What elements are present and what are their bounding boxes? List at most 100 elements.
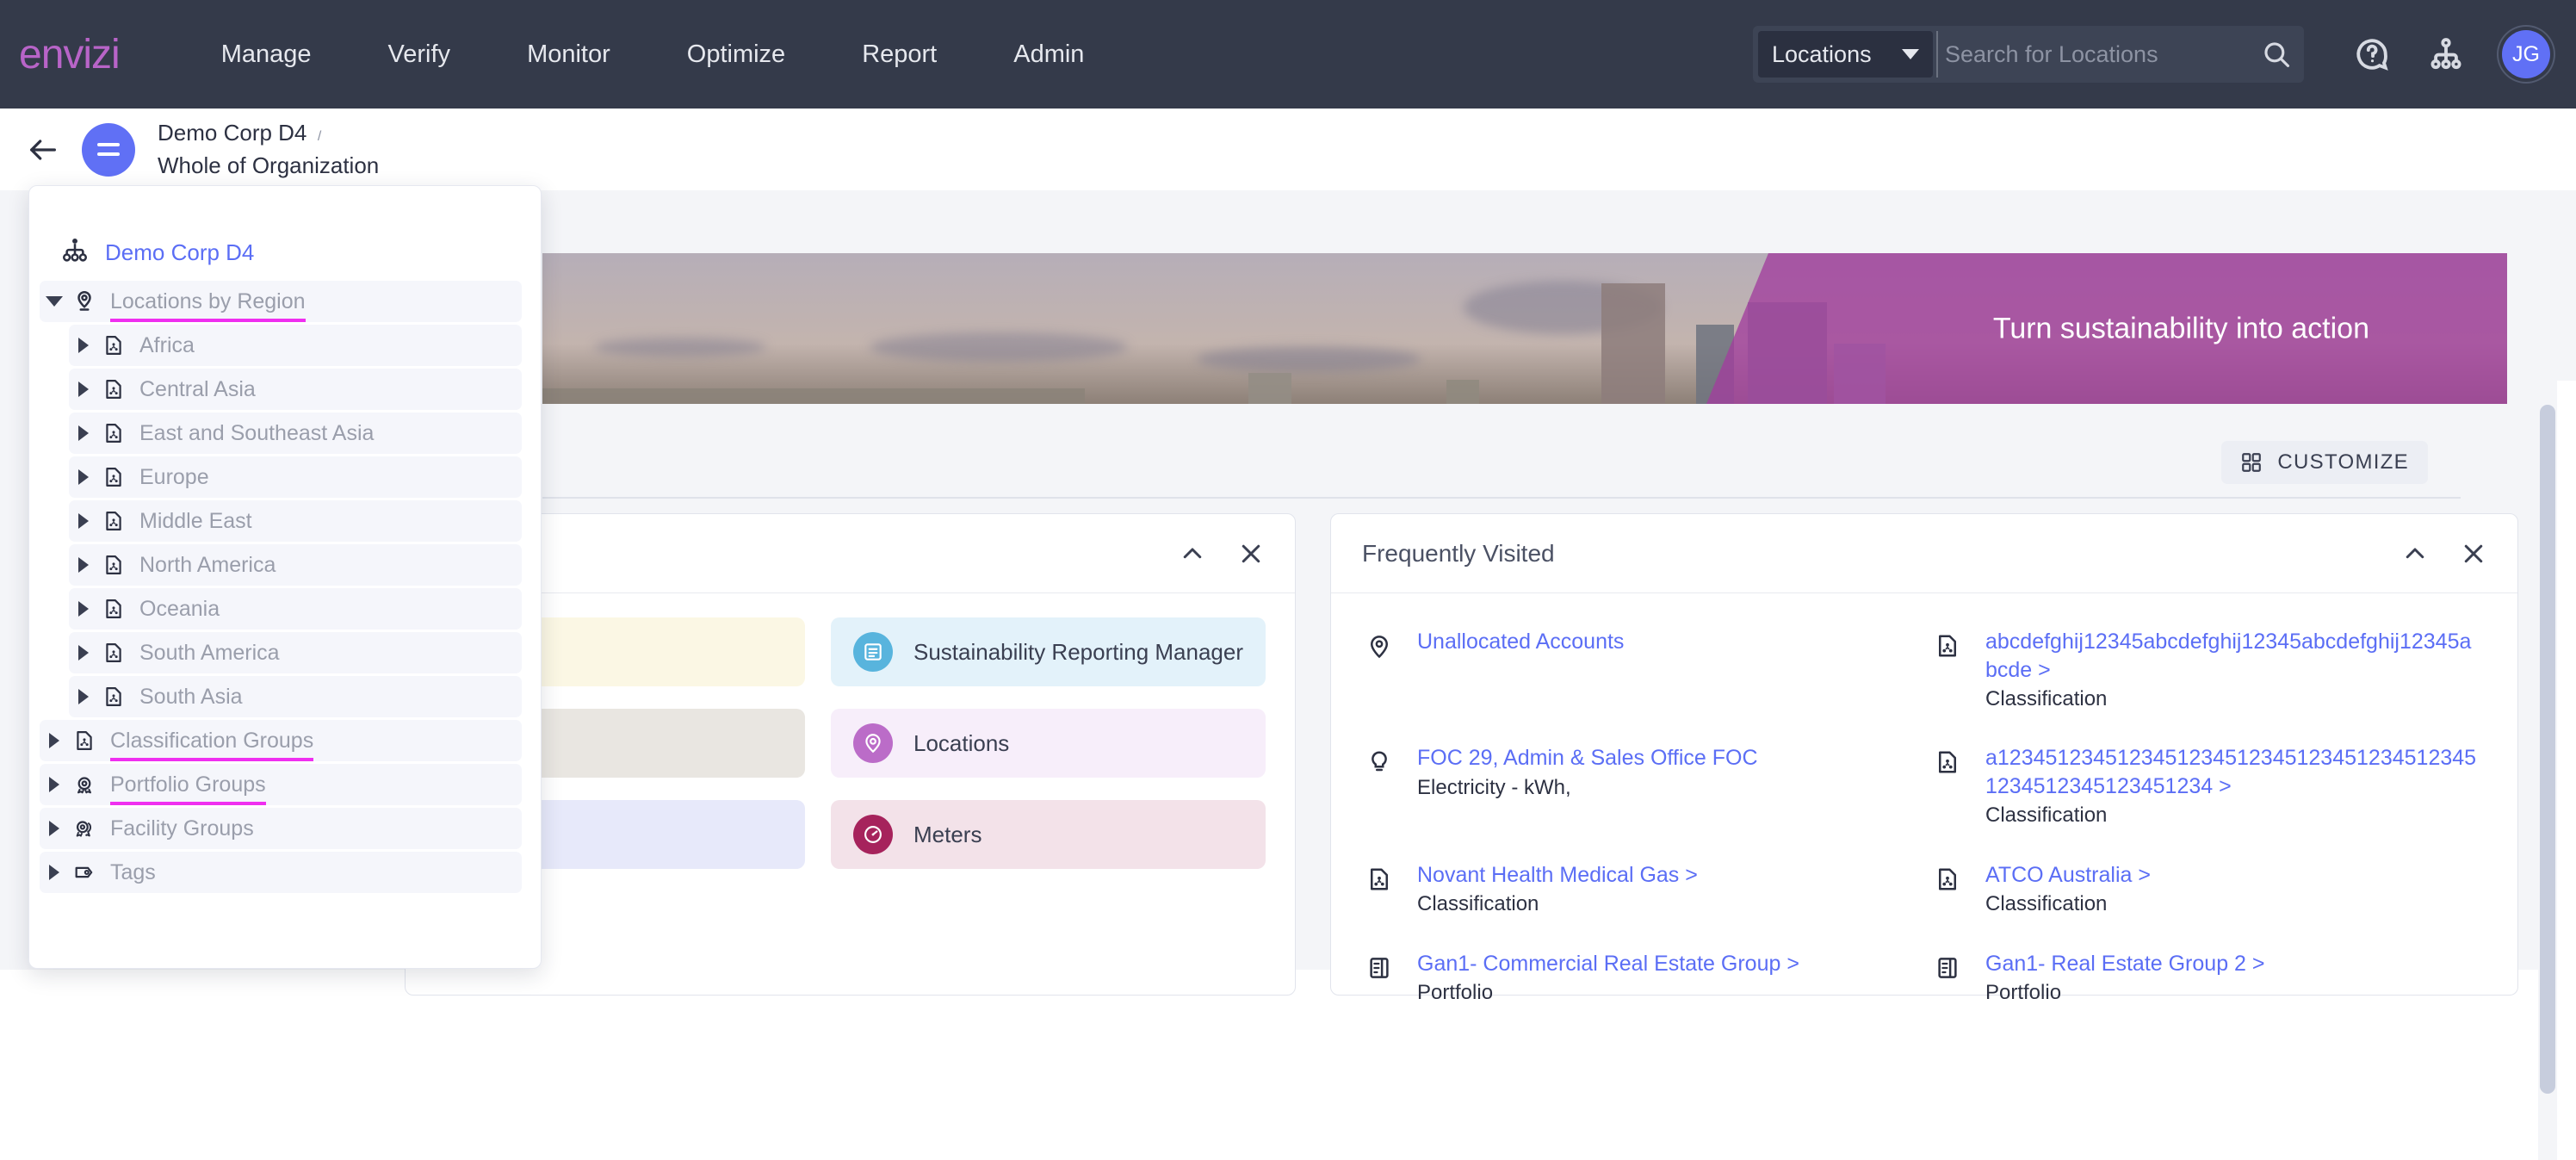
close-button[interactable] xyxy=(2461,541,2486,567)
hamburger-icon-line xyxy=(97,152,120,156)
back-button[interactable] xyxy=(26,133,60,167)
list-item-subtitle: Classification xyxy=(1985,892,2108,916)
user-avatar[interactable]: JG xyxy=(2502,30,2550,78)
expand-toggle[interactable] xyxy=(69,469,98,485)
tree-node-oceania[interactable]: Oceania xyxy=(69,588,522,630)
chevron-right-icon xyxy=(78,513,89,529)
tree-node-south-america[interactable]: South America xyxy=(69,632,522,673)
expand-toggle[interactable] xyxy=(40,777,69,792)
help-button[interactable] xyxy=(2354,36,2390,72)
close-button[interactable] xyxy=(1238,541,1264,567)
tree-node-label: Classification Groups xyxy=(110,728,314,761)
list-item-link[interactable]: a123451234512345123451234512345123451234… xyxy=(1985,744,2481,800)
list-item[interactable]: FOC 29, Admin & Sales Office FOC Electri… xyxy=(1360,729,1920,845)
classification-icon xyxy=(98,465,129,489)
tree-node-europe[interactable]: Europe xyxy=(69,456,522,498)
grid-squares-icon xyxy=(2242,453,2262,472)
list-item[interactable]: abcdefghij12345abcdefghij12345abcdefghij… xyxy=(1929,612,2488,729)
list-item-link[interactable]: Unallocated Accounts xyxy=(1417,628,1624,656)
tree-node-africa[interactable]: Africa xyxy=(69,325,522,366)
expand-toggle[interactable] xyxy=(69,425,98,441)
list-item[interactable]: ATCO Australia > Classification xyxy=(1929,846,2488,934)
search-submit-button[interactable] xyxy=(2250,40,2304,69)
tree-node-middle-east[interactable]: Middle East xyxy=(69,500,522,542)
org-hierarchy-button[interactable] xyxy=(2428,36,2464,72)
org-tree-toggle-button[interactable] xyxy=(82,122,135,177)
banner-cloud xyxy=(1197,346,1421,372)
expand-toggle[interactable] xyxy=(69,645,98,661)
list-item-link[interactable]: Novant Health Medical Gas > xyxy=(1417,861,1698,890)
list-item[interactable]: Gan1- Real Estate Group 2 > Portfolio xyxy=(1929,934,2488,1023)
search-input[interactable] xyxy=(1944,40,2250,68)
tile-item-sustainability-reporting-manager[interactable]: Sustainability Reporting Manager xyxy=(831,617,1266,686)
expand-toggle[interactable] xyxy=(69,557,98,573)
search-scope-select[interactable]: Locations xyxy=(1758,31,1934,78)
list-item[interactable]: Unallocated Accounts xyxy=(1360,612,1920,729)
tree-node-label: South America xyxy=(139,640,280,665)
nav-item-manage[interactable]: Manage xyxy=(221,32,312,78)
tree-node-locations-by-region[interactable]: Locations by Region xyxy=(40,281,522,322)
tree-node-tags[interactable]: Tags xyxy=(40,852,522,893)
tree-node-facility-groups[interactable]: Facility Groups xyxy=(40,808,522,849)
list-item-link[interactable]: abcdefghij12345abcdefghij12345abcdefghij… xyxy=(1985,628,2481,684)
tree-node-north-america[interactable]: North America xyxy=(69,544,522,586)
org-hierarchy-icon xyxy=(2430,38,2461,70)
expand-toggle[interactable] xyxy=(40,821,69,836)
expand-toggle[interactable] xyxy=(69,601,98,617)
breadcrumb-scope: Whole of Organization xyxy=(158,152,380,178)
tree-node-south-asia[interactable]: South Asia xyxy=(69,676,522,717)
search-icon xyxy=(2264,42,2290,68)
expand-toggle[interactable] xyxy=(40,733,69,748)
tree-root-demo-corp-d4[interactable]: Demo Corp D4 xyxy=(29,227,541,278)
nav-item-admin[interactable]: Admin xyxy=(1013,32,1084,78)
portfolio-list-icon xyxy=(1929,955,1966,981)
list-item[interactable]: Gan1- Commercial Real Estate Group > Por… xyxy=(1360,934,1920,1023)
tree-node-central-asia[interactable]: Central Asia xyxy=(69,369,522,410)
tree-node-portfolio-groups[interactable]: Portfolio Groups xyxy=(40,764,522,805)
customize-button[interactable]: CUSTOMIZE xyxy=(2221,441,2428,484)
chevron-right-icon xyxy=(78,557,89,573)
tree-node-label: South Asia xyxy=(139,684,243,709)
list-item-link[interactable]: ATCO Australia > xyxy=(1985,861,2151,890)
tile-item-meters[interactable]: Meters xyxy=(831,800,1266,869)
breadcrumb-org[interactable]: Demo Corp D4 xyxy=(158,120,307,146)
list-item[interactable]: Novant Health Medical Gas > Classificati… xyxy=(1360,846,1920,934)
list-item-link[interactable]: FOC 29, Admin & Sales Office FOC xyxy=(1417,744,1758,772)
customize-row: CUSTOMIZE xyxy=(542,436,2507,496)
envizi-logo[interactable]: envizi xyxy=(19,31,121,78)
scrollbar-thumb[interactable] xyxy=(2540,405,2555,1094)
nav-item-report[interactable]: Report xyxy=(862,32,937,78)
list-item-link[interactable]: Gan1- Commercial Real Estate Group > xyxy=(1417,950,1799,978)
hamburger-icon-line xyxy=(97,143,120,146)
list-item-link[interactable]: Gan1- Real Estate Group 2 > xyxy=(1985,950,2265,978)
page-vertical-scrollbar[interactable] xyxy=(2538,381,2557,1160)
expand-toggle[interactable] xyxy=(69,689,98,704)
tree-node-east-and-southeast-asia[interactable]: East and Southeast Asia xyxy=(69,413,522,454)
chevron-right-icon xyxy=(49,777,59,792)
list-item[interactable]: a123451234512345123451234512345123451234… xyxy=(1929,729,2488,845)
list-item-subtitle: Electricity - kWh, xyxy=(1417,775,1571,799)
chevron-up-icon xyxy=(2406,548,2424,558)
list-item-text: a123451234512345123451234512345123451234… xyxy=(1985,744,2481,829)
expand-toggle[interactable] xyxy=(69,338,98,353)
expand-toggle[interactable] xyxy=(40,865,69,880)
expand-toggle[interactable] xyxy=(69,513,98,529)
nav-item-monitor[interactable]: Monitor xyxy=(527,32,610,78)
collapse-button[interactable] xyxy=(2402,541,2428,567)
breadcrumb-bar: Demo Corp D4 / Whole of Organization xyxy=(0,109,2576,190)
list-item-subtitle: Classification xyxy=(1985,687,2108,710)
main-nav-links: Manage Verify Monitor Optimize Report Ad… xyxy=(221,32,1161,78)
tile-item-locations[interactable]: Locations xyxy=(831,709,1266,778)
expand-toggle[interactable] xyxy=(69,381,98,397)
tree-node-label: Oceania xyxy=(139,596,220,621)
breadcrumb-line-1: Demo Corp D4 / xyxy=(158,117,379,150)
nav-item-verify[interactable]: Verify xyxy=(388,32,451,78)
expand-toggle[interactable] xyxy=(40,296,69,307)
location-pin-icon xyxy=(853,723,893,763)
tree-node-classification-groups[interactable]: Classification Groups xyxy=(40,720,522,761)
list-item-subtitle: Portfolio xyxy=(1985,981,2062,1005)
nav-item-optimize[interactable]: Optimize xyxy=(687,32,785,78)
classification-icon xyxy=(1929,866,1966,892)
collapse-button[interactable] xyxy=(1180,541,1205,567)
report-book-icon xyxy=(853,632,893,672)
